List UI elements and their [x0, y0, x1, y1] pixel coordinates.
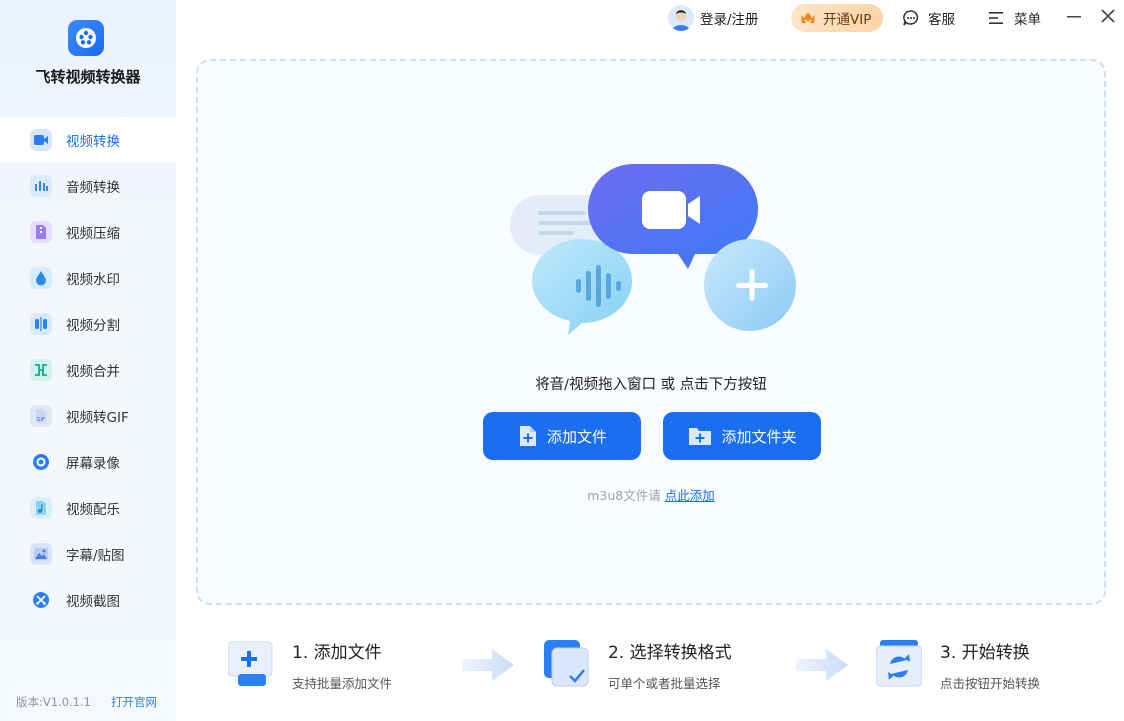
sidebar-item-label: 视频配乐: [66, 502, 120, 518]
gif-icon: GIF: [30, 405, 52, 427]
open-website-link[interactable]: 打开官网: [111, 694, 157, 710]
chat-bubble-icon: [903, 10, 919, 26]
svg-text:GIF: GIF: [37, 417, 45, 423]
step-title: 3. 开始转换: [940, 643, 1030, 663]
sidebar-item-label: 视频水印: [66, 272, 120, 288]
sidebar-item-label: 视频转GIF: [66, 410, 129, 426]
minimize-icon: [1067, 16, 1081, 18]
sidebar-item-watermark[interactable]: 视频水印: [0, 255, 176, 301]
step-subtitle: 可单个或者批量选择: [608, 676, 721, 691]
start-convert-step-icon: [875, 638, 923, 688]
sidebar-item-screenshot[interactable]: 视频截图: [0, 577, 176, 623]
sidebar-nav: 视频转换 音频转换 视频压缩 视频水印 视频分割 视频合并 GIF 视频转GIF…: [0, 117, 176, 623]
step-select-format: 2. 选择转换格式 可单个或者批量选择: [544, 638, 732, 692]
sidebar-item-music[interactable]: 视频配乐: [0, 485, 176, 531]
m3u8-add-link[interactable]: 点此添加: [665, 488, 715, 503]
sidebar-item-merge[interactable]: 视频合并: [0, 347, 176, 393]
file-drop-zone[interactable]: 将音/视频拖入窗口 或 点击下方按钮 添加文件 添加文件夹 m3u8文件请 点此…: [196, 59, 1106, 605]
drop-hint-text: 将音/视频拖入窗口 或 点击下方按钮: [535, 377, 767, 393]
add-folder-icon: [689, 428, 712, 445]
video-convert-icon: [30, 129, 52, 151]
m3u8-prefix: m3u8文件请: [587, 488, 661, 503]
step-arrow-icon: [796, 649, 848, 681]
add-file-button[interactable]: 添加文件: [483, 412, 641, 460]
app-logo: [68, 20, 104, 56]
sidebar-item-subtitle[interactable]: 字幕/贴图: [0, 531, 176, 577]
merge-icon: [30, 359, 52, 381]
customer-service-label: 客服: [928, 12, 955, 28]
sidebar-item-label: 视频分割: [66, 318, 120, 334]
menu-label: 菜单: [1014, 12, 1041, 28]
sidebar-item-label: 音频转换: [66, 180, 120, 196]
minimize-button[interactable]: [1065, 7, 1083, 25]
add-file-icon: [519, 426, 536, 446]
sidebar-item-label: 屏幕录像: [66, 456, 120, 472]
login-label: 登录/注册: [700, 12, 759, 28]
split-icon: [30, 313, 52, 335]
vip-label: 开通VIP: [823, 12, 872, 28]
step-arrow-icon: [462, 649, 514, 681]
media-upload-illustration: [510, 164, 796, 335]
sidebar-item-record[interactable]: 屏幕录像: [0, 439, 176, 485]
crown-icon: [801, 12, 815, 24]
sidebar-item-label: 视频压缩: [66, 226, 120, 242]
step-title: 1. 添加文件: [292, 643, 382, 663]
music-icon: [30, 497, 52, 519]
compress-icon: [30, 221, 52, 243]
subtitle-icon: [30, 543, 52, 565]
step-subtitle: 点击按钮开始转换: [940, 676, 1041, 691]
customer-service-button[interactable]: 客服: [902, 4, 955, 32]
menu-button[interactable]: 菜单: [988, 4, 1041, 32]
select-format-step-icon: [544, 638, 590, 688]
sidebar-item-label: 字幕/贴图: [66, 548, 125, 564]
film-reel-icon: [76, 28, 96, 48]
step-subtitle: 支持批量添加文件: [292, 676, 393, 691]
add-file-label: 添加文件: [546, 427, 607, 446]
vip-button[interactable]: 开通VIP: [791, 4, 884, 32]
sidebar: 飞转视频转换器 视频转换 音频转换 视频压缩 视频水印 视频分割 视频合并 GI…: [0, 0, 176, 721]
screenshot-icon: [30, 589, 52, 611]
audio-convert-icon: [30, 175, 52, 197]
step-title: 2. 选择转换格式: [608, 643, 732, 663]
add-file-step-icon: [227, 638, 274, 688]
user-avatar-icon: [668, 5, 694, 31]
sidebar-footer: 版本:V1.0.1.1 打开官网: [16, 694, 157, 710]
app-title: 飞转视频转换器: [35, 68, 141, 86]
m3u8-hint: m3u8文件请 点此添加: [198, 485, 1104, 504]
step-start-convert: 3. 开始转换 点击按钮开始转换: [875, 638, 1041, 692]
login-button[interactable]: 登录/注册: [668, 4, 759, 32]
topbar: 登录/注册 开通VIP 客服 菜单: [176, 0, 1124, 36]
add-folder-label: 添加文件夹: [721, 427, 797, 446]
watermark-icon: [30, 267, 52, 289]
add-folder-button[interactable]: 添加文件夹: [663, 412, 821, 460]
sidebar-item-label: 视频合并: [66, 364, 120, 380]
sidebar-item-compress[interactable]: 视频压缩: [0, 209, 176, 255]
record-icon: [30, 451, 52, 473]
sidebar-item-video-convert[interactable]: 视频转换: [0, 117, 176, 163]
close-icon: [1101, 9, 1115, 23]
sidebar-item-audio-convert[interactable]: 音频转换: [0, 163, 176, 209]
step-add-file: 1. 添加文件 支持批量添加文件: [227, 638, 393, 692]
sidebar-item-label: 视频截图: [66, 594, 120, 610]
sidebar-item-gif[interactable]: GIF 视频转GIF: [0, 393, 176, 439]
version-label: 版本:V1.0.1.1: [16, 695, 91, 709]
sidebar-item-label: 视频转换: [66, 134, 120, 150]
hamburger-menu-icon: [989, 12, 1003, 24]
sidebar-item-split[interactable]: 视频分割: [0, 301, 176, 347]
close-button[interactable]: [1099, 7, 1117, 25]
